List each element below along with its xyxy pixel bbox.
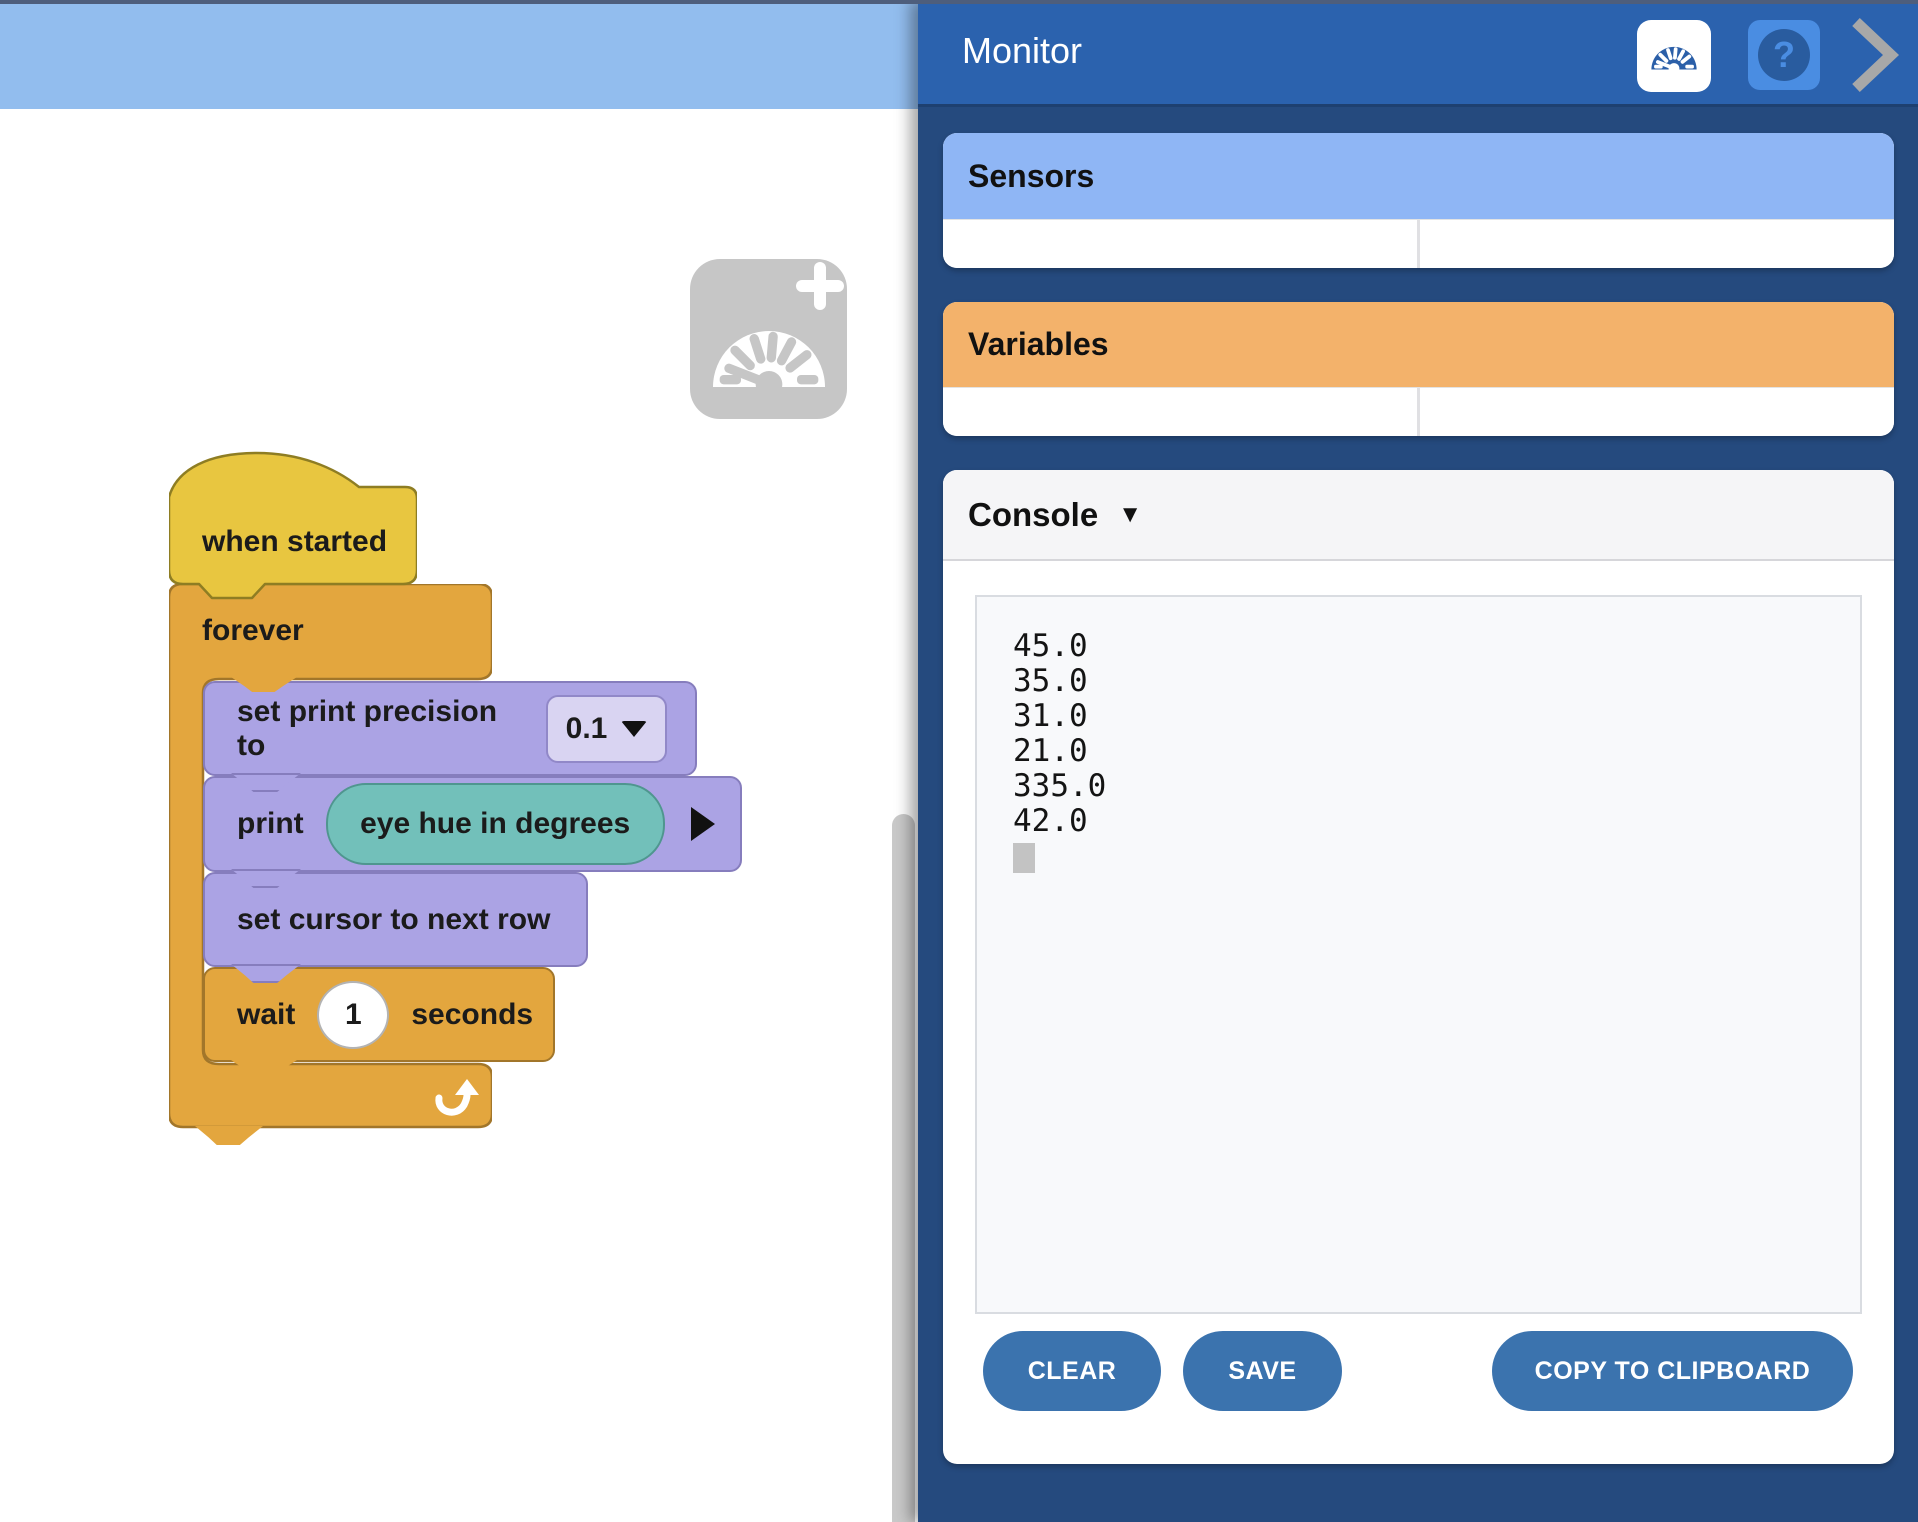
block-label: when started [202, 525, 387, 559]
variables-header: Variables [943, 302, 1894, 387]
block-label: forever [202, 614, 304, 648]
help-button[interactable]: ? [1748, 20, 1820, 90]
section-title: Sensors [968, 158, 1094, 195]
console-line: 45.0 [1013, 629, 1106, 664]
block-label: set print precision to [237, 695, 524, 763]
console-actions: CLEAR SAVE COPY TO CLIPBOARD [943, 1331, 1894, 1411]
add-gauge-widget-button[interactable] [690, 259, 847, 419]
expand-arrow-icon[interactable] [691, 807, 715, 841]
code-canvas[interactable]: when started forever set print precision… [0, 109, 918, 1522]
console-line: 21.0 [1013, 734, 1106, 769]
wait-value-input[interactable]: 1 [317, 981, 389, 1049]
console-line: 31.0 [1013, 699, 1106, 734]
monitor-panel: Monitor [918, 0, 1918, 1522]
block-label: print [237, 807, 304, 841]
block-label: set cursor to next row [237, 903, 550, 937]
print-argument-reporter[interactable]: eye hue in degrees [326, 783, 665, 865]
reporter-label: eye hue in degrees [360, 807, 630, 841]
block-print[interactable]: print eye hue in degrees [203, 776, 742, 872]
console-header: Console ▼ [943, 470, 1894, 561]
variables-card: Variables [943, 302, 1894, 436]
monitor-header: Monitor [918, 0, 1918, 107]
console-cursor [1013, 843, 1035, 873]
app-window: when started forever set print precision… [0, 0, 1918, 1522]
save-button[interactable]: SAVE [1183, 1331, 1342, 1411]
console-line: 42.0 [1013, 804, 1106, 839]
clear-button[interactable]: CLEAR [983, 1331, 1161, 1411]
dropdown-arrow-icon [621, 721, 647, 737]
section-title: Variables [968, 326, 1109, 363]
sensors-table [943, 219, 1894, 268]
precision-value: 0.1 [566, 712, 608, 746]
table-divider [1417, 388, 1420, 436]
top-toolbar [0, 4, 918, 109]
sensors-header: Sensors [943, 133, 1894, 219]
precision-dropdown[interactable]: 0.1 [546, 695, 667, 763]
collapse-panel-button[interactable] [1849, 16, 1901, 94]
table-divider [1417, 220, 1420, 268]
console-card: Console ▼ 45.035.031.021.0335.042.0 CLEA… [943, 470, 1894, 1464]
gauge-icon [1647, 34, 1701, 79]
block-label: seconds [411, 998, 533, 1032]
loop-arrow-icon [430, 1078, 480, 1120]
console-line: 335.0 [1013, 769, 1106, 804]
window-top-edge [0, 0, 1918, 4]
console-collapse-icon[interactable]: ▼ [1118, 503, 1142, 527]
canvas-scrollbar[interactable] [892, 814, 915, 1522]
console-title: Console [968, 496, 1098, 534]
block-when-started[interactable]: when started [169, 451, 417, 601]
monitor-gauge-button[interactable] [1637, 20, 1711, 92]
sensors-card: Sensors [943, 133, 1894, 268]
console-lines: 45.035.031.021.0335.042.0 [1013, 629, 1106, 839]
console-output[interactable]: 45.035.031.021.0335.042.0 [975, 595, 1862, 1314]
panel-title: Monitor [962, 30, 1082, 72]
block-set-print-precision[interactable]: set print precision to 0.1 [203, 681, 697, 776]
console-cursor-row [1013, 839, 1035, 873]
help-icon: ? [1758, 29, 1810, 81]
wait-value: 1 [345, 998, 362, 1032]
copy-to-clipboard-button[interactable]: COPY TO CLIPBOARD [1492, 1331, 1853, 1411]
variables-table [943, 387, 1894, 436]
block-label: wait [237, 998, 295, 1032]
console-line: 35.0 [1013, 664, 1106, 699]
notch-tab [195, 1126, 263, 1145]
